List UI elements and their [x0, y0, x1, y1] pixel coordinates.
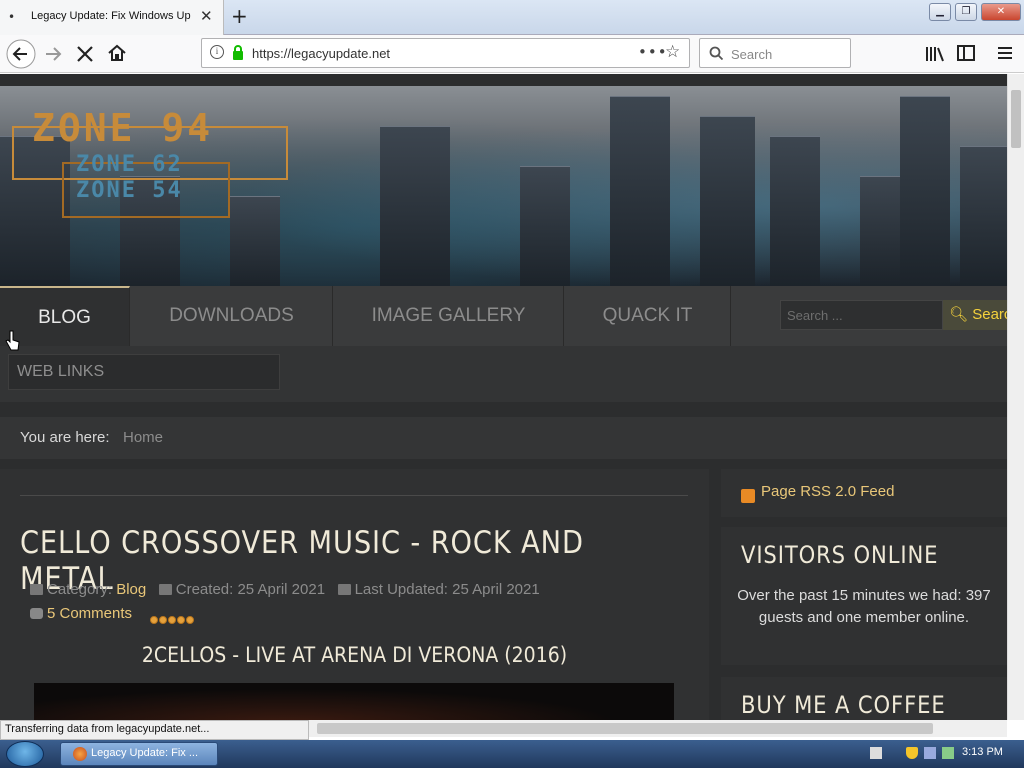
- menu-item-downloads[interactable]: DOWNLOADS: [131, 286, 333, 346]
- start-button[interactable]: [6, 741, 44, 767]
- visitors-box: VISITORS ONLINE Over the past 15 minutes…: [721, 527, 1007, 665]
- coffee-box: BUY ME A COFFEE: [721, 677, 1007, 720]
- rss-box: Page RSS 2.0 Feed: [721, 469, 1007, 517]
- video-embed[interactable]: [34, 683, 674, 720]
- page-actions-icon[interactable]: •••: [638, 43, 668, 61]
- maximize-button[interactable]: ❐: [955, 3, 977, 21]
- site-logo-main[interactable]: ZONE 94: [32, 106, 213, 150]
- rating-star-icon[interactable]: [168, 616, 176, 624]
- rating-star-icon[interactable]: [177, 616, 185, 624]
- tab-legacy-update[interactable]: • Legacy Update: Fix Windows Up ✕: [0, 0, 224, 35]
- tab-close-icon[interactable]: ✕: [200, 7, 213, 25]
- rating-star-icon[interactable]: [186, 616, 194, 624]
- status-bar: Transferring data from legacyupdate.net.…: [0, 720, 309, 740]
- tab-strip: • Legacy Update: Fix Windows Up ✕ + ▁ ❐ …: [0, 0, 1024, 35]
- scroll-thumb[interactable]: [317, 723, 933, 734]
- close-window-button[interactable]: ✕: [981, 3, 1021, 21]
- site-search-button-label: Search: [972, 306, 1007, 323]
- breadcrumb-home: Home: [123, 429, 164, 446]
- browser-window: • Legacy Update: Fix Windows Up ✕ + ▁ ❐ …: [0, 0, 1024, 740]
- menu-item-quack-it[interactable]: QUACK IT: [565, 286, 731, 346]
- menu-item-image-gallery[interactable]: IMAGE GALLERY: [334, 286, 564, 346]
- created-date: Created: 25 April 2021: [175, 581, 326, 598]
- category-label: Category:: [47, 581, 113, 598]
- url-bar[interactable]: i https://legacyupdate.net ••• ☆: [201, 38, 690, 68]
- folder-icon: [30, 584, 43, 595]
- keyboard-icon[interactable]: [870, 747, 882, 759]
- updated-date: Last Updated: 25 April 2021: [354, 581, 540, 598]
- search-icon: 🔍︎: [949, 306, 969, 323]
- back-icon[interactable]: [6, 39, 36, 69]
- site-search-button[interactable]: 🔍︎ Search: [943, 300, 1007, 330]
- minimize-button[interactable]: ▁: [929, 3, 951, 21]
- taskbar-firefox-item[interactable]: Legacy Update: Fix ...: [60, 742, 218, 766]
- library-icon[interactable]: [925, 45, 945, 63]
- coffee-title: BUY ME A COFFEE: [741, 691, 946, 719]
- article-subtitle: 2CELLOS - LIVE AT ARENA DI VERONA (2016): [141, 643, 568, 667]
- comments-link[interactable]: 5 Comments: [47, 605, 132, 622]
- navigation-toolbar: i https://legacyupdate.net ••• ☆ Search: [0, 35, 1024, 73]
- url-text: https://legacyupdate.net: [252, 46, 391, 61]
- lock-icon: [233, 45, 243, 60]
- browser-search-field[interactable]: Search: [699, 38, 851, 68]
- vertical-scrollbar[interactable]: [1007, 74, 1024, 720]
- hand-cursor-icon: [5, 330, 20, 351]
- breadcrumb-label: You are here:: [20, 429, 110, 446]
- menu-item-web-links[interactable]: WEB LINKS: [8, 354, 280, 390]
- volume-icon[interactable]: [942, 747, 954, 759]
- taskbar-item-label: Legacy Update: Fix ...: [91, 747, 198, 759]
- site-info-icon[interactable]: i: [210, 45, 224, 59]
- rss-icon: [741, 489, 755, 503]
- rating-star-icon[interactable]: [159, 616, 167, 624]
- main-menu: BLOG DOWNLOADS IMAGE GALLERY QUACK IT Se…: [0, 286, 1007, 346]
- breadcrumb: You are here: Home: [0, 417, 1007, 459]
- tab-title: Legacy Update: Fix Windows Up: [31, 10, 191, 22]
- rating-star-icon[interactable]: [150, 616, 158, 624]
- network-icon[interactable]: [924, 747, 936, 759]
- article-column: CELLO CROSSOVER MUSIC - ROCK AND METAL C…: [0, 469, 709, 720]
- divider: [20, 495, 688, 496]
- sub-menu: WEB LINKS: [0, 346, 1007, 402]
- category-link[interactable]: Blog: [116, 581, 146, 598]
- calendar-edit-icon: [337, 584, 351, 595]
- site-banner: ZONE 94 ZONE 62 ZONE 54: [0, 86, 1007, 286]
- security-shield-icon[interactable]: [906, 747, 918, 759]
- browser-search-placeholder: Search: [731, 47, 773, 62]
- site-search-input[interactable]: Search ...: [780, 300, 943, 330]
- visitors-title: VISITORS ONLINE: [741, 541, 939, 569]
- calendar-icon: [158, 584, 172, 595]
- comment-icon: [30, 608, 43, 619]
- site-logo-sub: ZONE 62 ZONE 54: [76, 152, 183, 204]
- home-icon[interactable]: [107, 43, 127, 63]
- comments-line: 5 Comments: [30, 605, 132, 622]
- rating-stars[interactable]: [150, 609, 195, 628]
- logo-sub-line-1: ZONE 62: [76, 152, 183, 177]
- logo-sub-line-2: ZONE 54: [76, 178, 183, 203]
- firefox-icon: [73, 747, 87, 761]
- scroll-thumb[interactable]: [1011, 90, 1021, 148]
- menu-icon[interactable]: [997, 46, 1013, 60]
- forward-icon[interactable]: [43, 44, 63, 64]
- search-icon: [709, 46, 723, 60]
- rss-link[interactable]: Page RSS 2.0 Feed: [761, 483, 894, 500]
- sidebar-icon[interactable]: [957, 45, 975, 61]
- new-tab-button[interactable]: +: [231, 4, 248, 28]
- stop-icon[interactable]: [76, 45, 94, 63]
- horizontal-scrollbar[interactable]: [309, 720, 1007, 737]
- clock[interactable]: 3:13 PM: [962, 746, 1003, 758]
- bookmark-star-icon[interactable]: ☆: [665, 42, 680, 62]
- page-viewport: ZONE 94 ZONE 62 ZONE 54 BLOG DOWNLOADS IM…: [0, 74, 1007, 720]
- windows-taskbar: Legacy Update: Fix ... 3:13 PM: [0, 740, 1024, 768]
- loading-indicator-icon: •: [8, 10, 16, 24]
- article-meta-line: Category: Blog Created: 25 April 2021 La…: [30, 581, 540, 598]
- visitors-text: Over the past 15 minutes we had: 397 gue…: [737, 587, 991, 626]
